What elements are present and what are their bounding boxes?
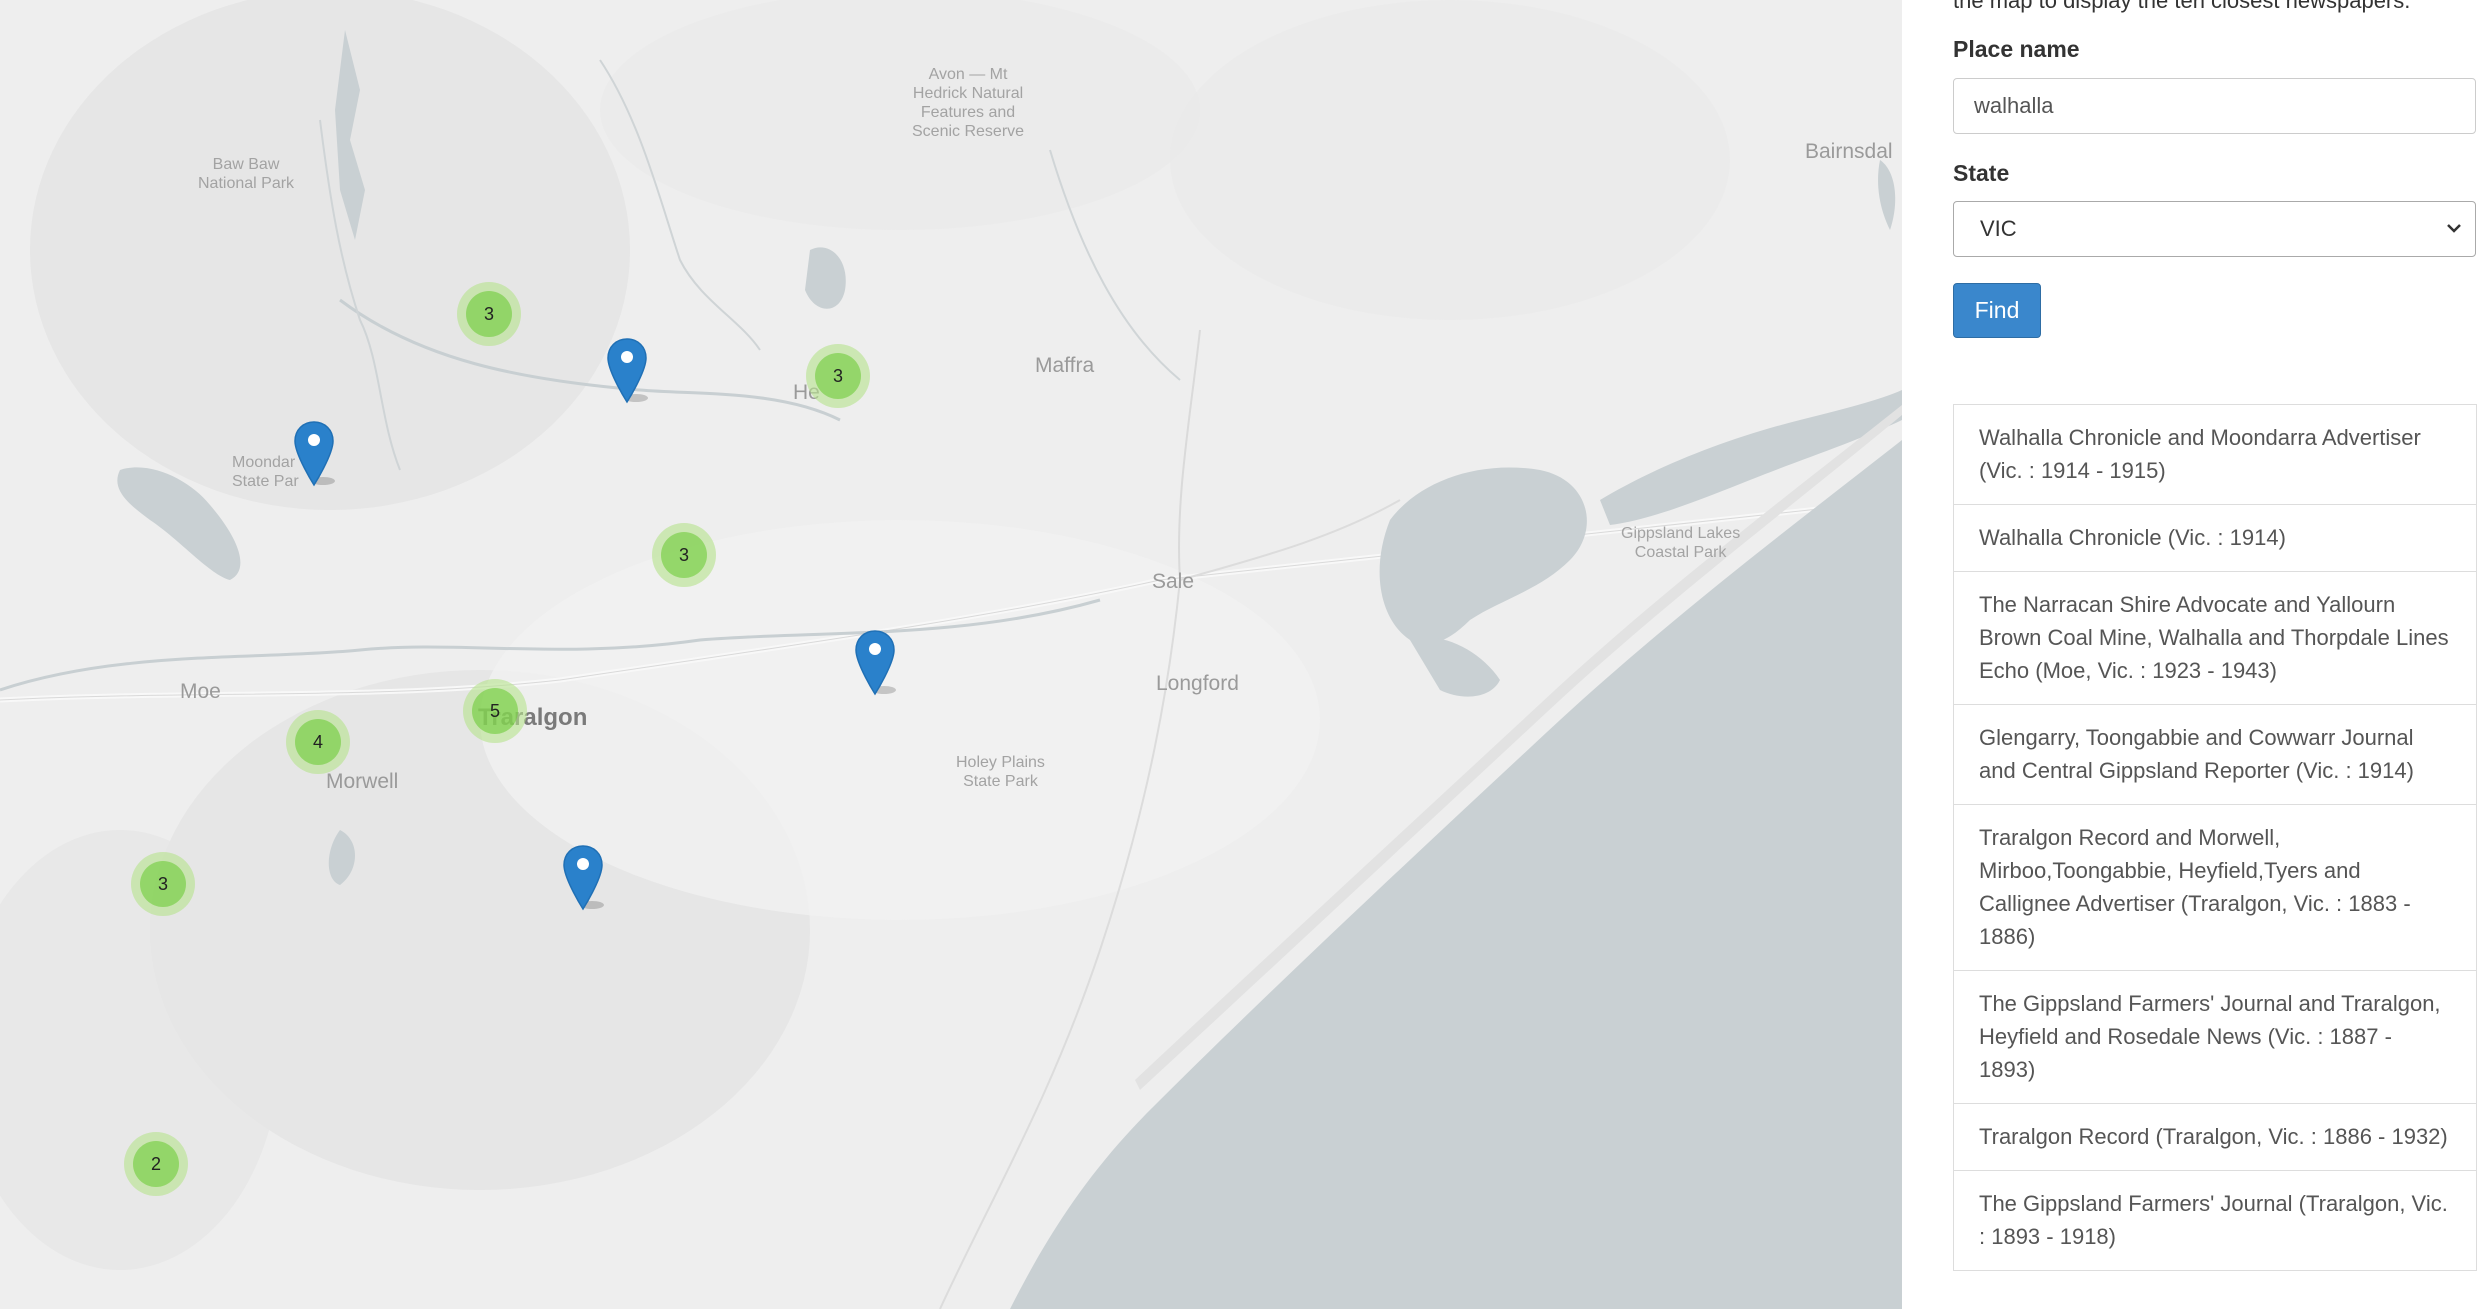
label-gippsland-lakes: Gippsland Lakes Coastal Park <box>1621 525 1741 561</box>
place-name-label: Place name <box>1953 36 2080 62</box>
map-pin-icon[interactable] <box>293 421 335 487</box>
result-item[interactable]: The Narracan Shire Advocate and Yallourn… <box>1953 572 2477 705</box>
marker-cluster[interactable]: 3 <box>131 852 195 916</box>
label-maffra: Maffra <box>1035 354 1095 377</box>
label-holey-plains: Holey Plains State Park <box>956 754 1045 790</box>
cluster-count: 3 <box>466 291 512 337</box>
marker-cluster[interactable]: 3 <box>806 344 870 408</box>
label-sale: Sale <box>1152 570 1195 593</box>
label-morwell: Morwell <box>326 770 399 793</box>
result-item[interactable]: Traralgon Record (Traralgon, Vic. : 1886… <box>1953 1104 2477 1171</box>
result-item[interactable]: Walhalla Chronicle (Vic. : 1914) <box>1953 505 2477 572</box>
label-moe: Moe <box>180 680 221 703</box>
marker-cluster[interactable]: 2 <box>124 1132 188 1196</box>
cluster-count: 3 <box>661 532 707 578</box>
label-avon-hedrick: Avon — Mt Hedrick Natural Features and S… <box>912 66 1025 140</box>
cluster-count: 3 <box>815 353 861 399</box>
result-item[interactable]: Glengarry, Toongabbie and Cowwarr Journa… <box>1953 705 2477 805</box>
results-list: Walhalla Chronicle and Moondarra Adverti… <box>1953 404 2477 1271</box>
map-pin-icon[interactable] <box>854 630 896 696</box>
find-button[interactable]: Find <box>1953 283 2041 338</box>
result-item[interactable]: Walhalla Chronicle and Moondarra Adverti… <box>1953 405 2477 505</box>
result-item[interactable]: The Gippsland Farmers' Journal and Trara… <box>1953 971 2477 1104</box>
map-pin-icon[interactable] <box>606 338 648 404</box>
marker-cluster[interactable]: 3 <box>652 523 716 587</box>
map-view[interactable]: Baw Baw National Park Avon — Mt Hedrick … <box>0 0 1902 1309</box>
label-bairnsdale: Bairnsdal <box>1805 140 1893 163</box>
marker-cluster[interactable]: 4 <box>286 710 350 774</box>
state-select[interactable]: VIC <box>1953 201 2476 257</box>
cluster-count: 3 <box>140 861 186 907</box>
map-tiles[interactable] <box>0 0 1902 1309</box>
intro-text: the map to display the ten closest newsp… <box>1953 0 2411 13</box>
label-moondarra: Moondar State Par <box>232 454 299 490</box>
chevron-down-icon <box>2447 224 2461 233</box>
result-item[interactable]: The Gippsland Farmers' Journal (Traralgo… <box>1953 1171 2477 1271</box>
map-pin-icon[interactable] <box>562 845 604 911</box>
cluster-count: 2 <box>133 1141 179 1187</box>
result-item[interactable]: Traralgon Record and Morwell, Mirboo,Too… <box>1953 805 2477 971</box>
marker-cluster[interactable]: 5 <box>463 679 527 743</box>
place-name-input[interactable]: walhalla <box>1953 78 2476 134</box>
cluster-count: 5 <box>472 688 518 734</box>
marker-cluster[interactable]: 3 <box>457 282 521 346</box>
state-label: State <box>1953 160 2010 186</box>
label-baw-baw: Baw Baw National Park <box>198 156 295 192</box>
label-longford: Longford <box>1156 672 1239 695</box>
search-sidebar: the map to display the ten closest newsp… <box>1902 0 2485 1309</box>
cluster-count: 4 <box>295 719 341 765</box>
